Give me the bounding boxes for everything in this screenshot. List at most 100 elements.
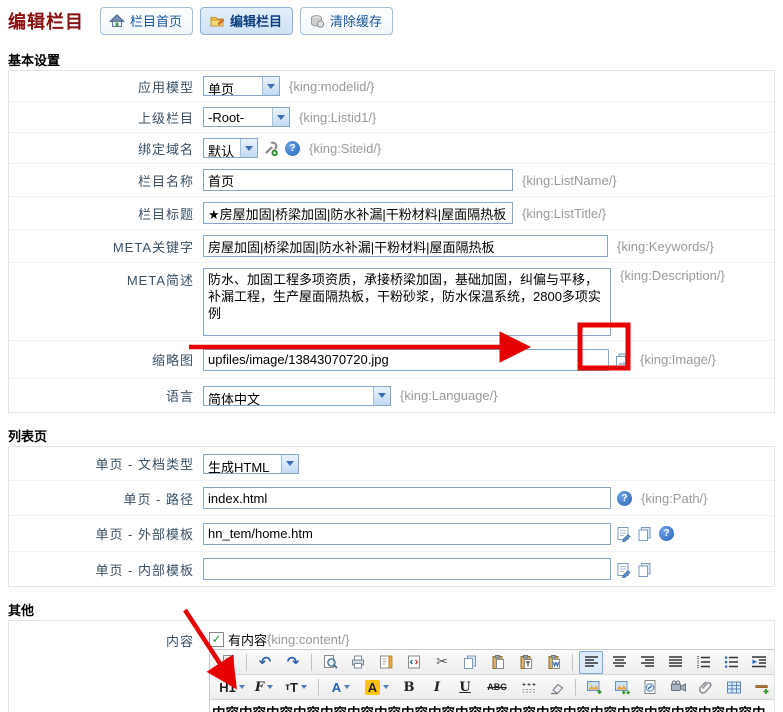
column-home-label: 栏目首页: [130, 11, 182, 30]
cut-icon[interactable]: [430, 651, 454, 674]
page-title: 编辑栏目: [8, 8, 100, 34]
parent-select-value: -Root-: [204, 108, 272, 126]
preview-icon[interactable]: [318, 651, 342, 674]
code-icon[interactable]: [402, 651, 426, 674]
home-icon: [109, 13, 125, 29]
language-select[interactable]: 简体中文: [203, 386, 391, 406]
int-template-input[interactable]: [203, 558, 611, 580]
forecolor-button[interactable]: A: [325, 676, 357, 699]
domain-select[interactable]: 默认: [203, 138, 258, 158]
thumbnail-input[interactable]: [203, 349, 609, 371]
doctype-select[interactable]: 生成HTML: [203, 454, 299, 474]
description-template-tag: {king:Description/}: [620, 268, 725, 283]
edit-column-button[interactable]: 编辑栏目: [200, 7, 293, 35]
italic-button[interactable]: I: [425, 676, 449, 699]
int-template-label: 单页 - 内部模板: [9, 560, 203, 579]
paste-word-icon[interactable]: [542, 651, 566, 674]
basic-panel: 应用模型 单页 {king:modelid/} 上级栏目 -Root- {kin…: [8, 70, 775, 413]
content-checkbox-row: 有内容{king:content/}: [209, 629, 774, 649]
justify-icon[interactable]: [663, 651, 687, 674]
chevron-down-icon: [373, 387, 390, 405]
list-title-input[interactable]: [203, 202, 513, 224]
chevron-down-icon: [239, 685, 245, 689]
domain-help-icon[interactable]: [285, 141, 300, 156]
paste-text-icon[interactable]: [514, 651, 538, 674]
row-content: 内容 有内容{king:content/}: [9, 621, 774, 712]
domain-label: 绑定域名: [9, 139, 203, 158]
table-icon[interactable]: [722, 676, 746, 699]
ext-template-help-icon[interactable]: [659, 526, 674, 541]
chevron-down-icon: [272, 108, 289, 126]
eraser-icon[interactable]: [545, 676, 569, 699]
ext-template-copy-icon[interactable]: [636, 525, 653, 542]
clear-cache-button[interactable]: 清除缓存: [300, 7, 393, 35]
row-language: 语言 简体中文 {king:Language/}: [9, 379, 774, 412]
flash-icon[interactable]: [638, 676, 662, 699]
editor-toolbar-row1: [210, 650, 775, 675]
editor-content[interactable]: 内容内容内容内容内容内容内容内容内容内容内容内容内容内容内容内容内容内容内容内容…: [210, 700, 775, 712]
image-icon[interactable]: [582, 676, 606, 699]
edit-folder-icon: [209, 13, 225, 29]
heading-select[interactable]: H1: [216, 676, 248, 699]
ordered-list-icon[interactable]: [691, 651, 715, 674]
row-ext-template: 单页 - 外部模板: [9, 516, 774, 552]
ext-template-input[interactable]: [203, 523, 611, 545]
size-select[interactable]: тT: [280, 676, 312, 699]
unordered-list-icon[interactable]: [719, 651, 743, 674]
name-input[interactable]: [203, 169, 513, 191]
source-icon[interactable]: [216, 651, 240, 674]
row-name: 栏目名称 {king:ListName/}: [9, 164, 774, 197]
chevron-down-icon: [344, 685, 350, 689]
thumbnail-label: 缩略图: [9, 350, 203, 369]
thumbnail-browse-icon[interactable]: [613, 351, 631, 369]
model-label: 应用模型: [9, 77, 203, 96]
column-home-button[interactable]: 栏目首页: [100, 7, 193, 35]
paste-icon[interactable]: [486, 651, 510, 674]
media-icon[interactable]: [666, 676, 690, 699]
print-icon[interactable]: [346, 651, 370, 674]
section-title-other: 其他: [8, 600, 775, 616]
model-select-value: 单页: [204, 77, 262, 95]
copy-icon[interactable]: [458, 651, 482, 674]
name-label: 栏目名称: [9, 171, 203, 190]
attach-icon[interactable]: [694, 676, 718, 699]
content-label: 内容: [9, 629, 203, 650]
undo-icon[interactable]: [253, 651, 277, 674]
strike-button[interactable]: ABC: [481, 676, 513, 699]
hr-icon[interactable]: [750, 676, 774, 699]
align-center-icon[interactable]: [607, 651, 631, 674]
row-int-template: 单页 - 内部模板: [9, 552, 774, 586]
parent-select[interactable]: -Root-: [203, 107, 290, 127]
path-help-icon[interactable]: [617, 491, 632, 506]
row-model: 应用模型 单页 {king:modelid/}: [9, 71, 774, 102]
keywords-input[interactable]: [203, 235, 608, 257]
row-description: META简述 防水、加固工程多项资质，承接桥梁加固，基础加固，纠偏与平移，补漏工…: [9, 263, 774, 341]
description-textarea[interactable]: 防水、加固工程多项资质，承接桥梁加固，基础加固，纠偏与平移，补漏工程，生产屋面隔…: [203, 268, 611, 336]
font-select[interactable]: F: [252, 676, 276, 699]
language-template-tag: {king:Language/}: [400, 388, 498, 403]
backcolor-button[interactable]: A: [361, 676, 393, 699]
page-props-icon[interactable]: [374, 651, 398, 674]
align-right-icon[interactable]: [635, 651, 659, 674]
row-keywords: META关键字 {king:Keywords/}: [9, 230, 774, 263]
thumbnail-template-tag: {king:Image/}: [640, 352, 716, 367]
indent-icon[interactable]: [747, 651, 771, 674]
special-char-icon[interactable]: [517, 676, 541, 699]
model-select[interactable]: 单页: [203, 76, 280, 96]
ext-template-select-icon[interactable]: [615, 525, 632, 542]
row-path: 单页 - 路径 {king:Path/}: [9, 481, 774, 516]
path-input[interactable]: [203, 487, 611, 509]
int-template-select-icon[interactable]: [615, 561, 632, 578]
int-template-copy-icon[interactable]: [636, 561, 653, 578]
images-icon[interactable]: [610, 676, 634, 699]
underline-button[interactable]: U: [453, 676, 477, 699]
bold-button[interactable]: B: [397, 676, 421, 699]
content-checkbox-label: 有内容: [228, 630, 267, 649]
domain-manage-wrench-icon[interactable]: [262, 140, 279, 157]
redo-icon[interactable]: [281, 651, 305, 674]
rich-text-editor: H1 F тT A A B I U ABC: [209, 649, 775, 712]
chevron-down-icon: [262, 77, 279, 95]
content-checkbox[interactable]: [209, 632, 224, 647]
chevron-down-icon: [267, 685, 273, 689]
align-left-icon[interactable]: [579, 651, 603, 674]
